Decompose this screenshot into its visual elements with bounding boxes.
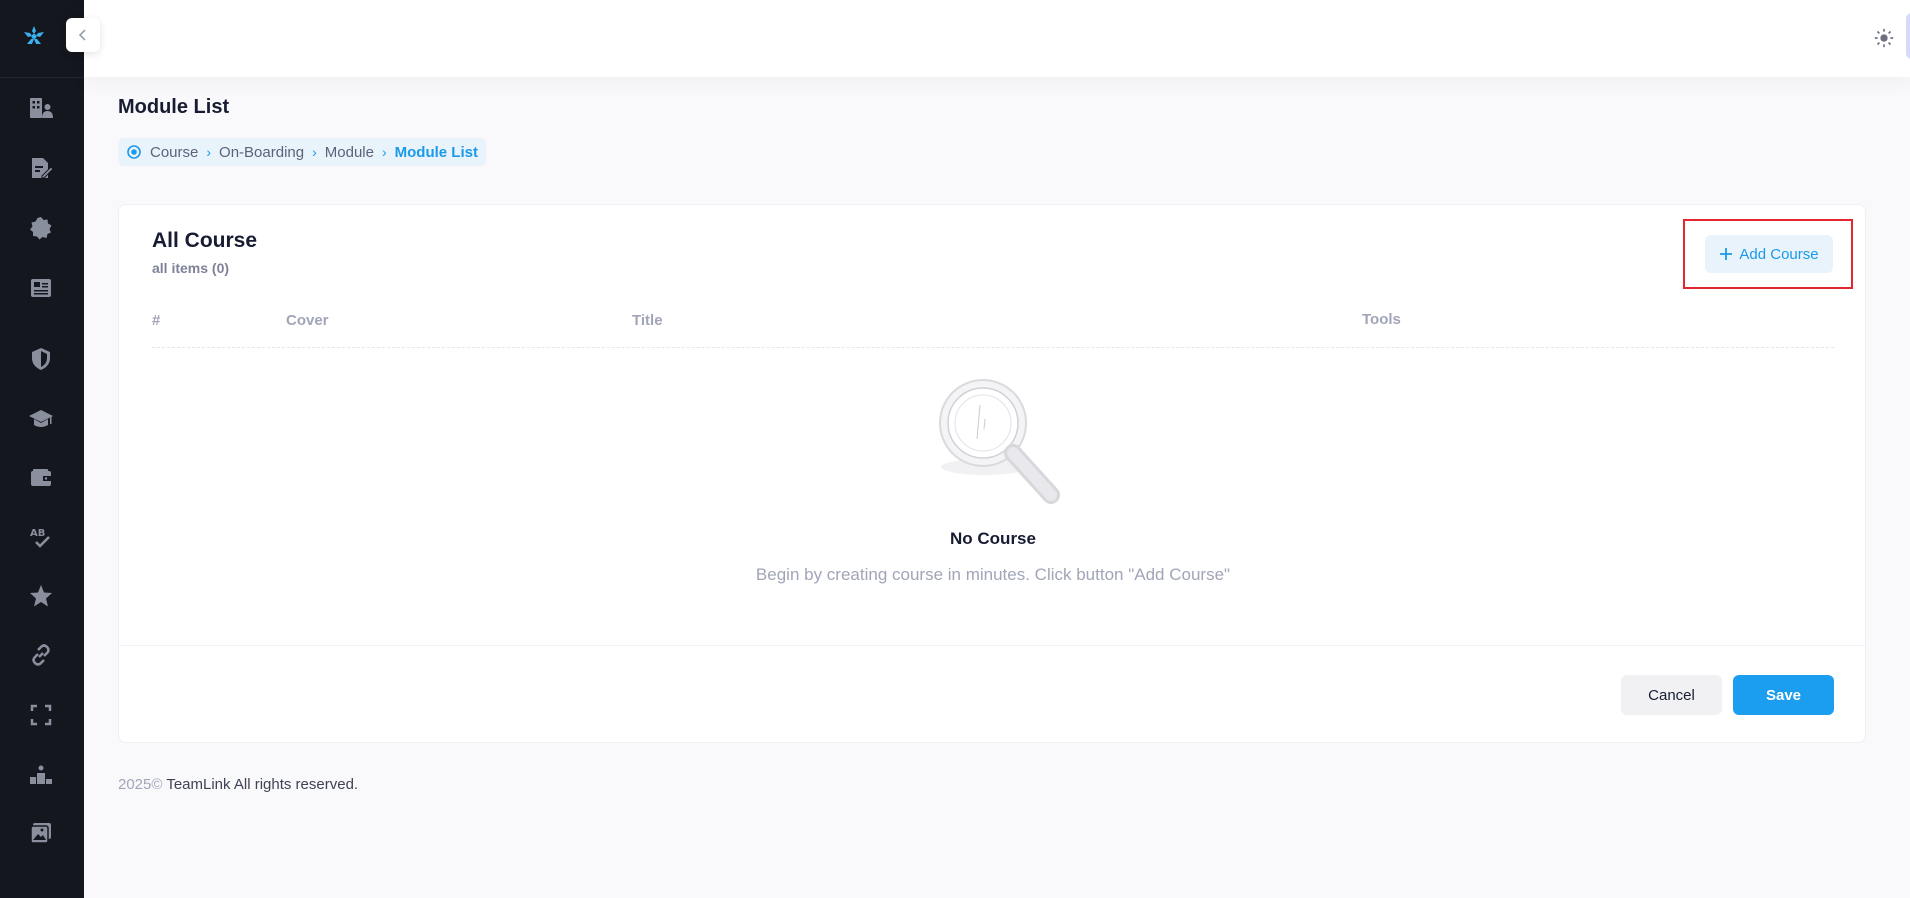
sidebar: AB [0,0,84,898]
wallet-icon [31,469,51,486]
save-button[interactable]: Save [1733,675,1834,715]
svg-text:AB: AB [30,528,45,539]
footer-brand[interactable]: TeamLink All rights reserved. [166,776,358,793]
footer: 2025© TeamLink All rights reserved. [118,776,358,793]
breadcrumb-item-course[interactable]: Course [150,144,198,161]
logo-icon[interactable] [20,22,48,50]
footer-year: 2025© [118,776,163,793]
add-course-button[interactable]: Add Course [1705,235,1833,273]
sidebar-item-badges[interactable] [27,214,55,242]
breadcrumb-item-module[interactable]: Module [325,144,374,161]
card-title: All Course [152,229,258,252]
column-header-cover: Cover [286,312,329,329]
empty-state-title: No Course [950,529,1036,548]
breadcrumb-item-onboarding[interactable]: On-Boarding [219,144,304,161]
document-edit-icon [32,158,54,179]
sidebar-item-courses[interactable] [27,405,55,433]
magnifier-empty-icon [939,379,1060,504]
star-icon [30,585,52,607]
graduation-cap-icon [29,410,53,427]
cancel-button[interactable]: Cancel [1621,675,1722,715]
sidebar-item-documents[interactable] [27,154,55,182]
newspaper-icon [31,279,51,297]
chevron-right-icon: › [206,144,212,160]
sidebar-item-news[interactable] [27,274,55,302]
top-header [84,0,1910,77]
card-footer-divider [119,645,1865,646]
sidebar-item-quiz[interactable]: AB [27,523,55,551]
sidebar-item-wallet[interactable] [27,464,55,492]
sidebar-item-favorites[interactable] [27,582,55,610]
link-icon [32,644,50,666]
podium-icon [30,765,52,784]
shield-icon [32,348,50,370]
avatar[interactable] [1906,13,1910,59]
fullscreen-icon [30,704,52,726]
chevron-right-icon: › [381,144,387,160]
add-course-label: Add Course [1739,245,1819,263]
sun-icon[interactable] [1872,26,1896,50]
column-header-title: Title [632,312,663,329]
chevron-right-icon: › [312,144,317,160]
sidebar-item-leaderboard[interactable] [27,760,55,788]
target-icon [127,145,141,159]
sidebar-item-organization[interactable] [27,94,55,122]
column-header-index: # [152,312,161,329]
gallery-icon [30,823,51,844]
table-header-divider [152,347,1834,348]
building-users-icon [30,98,53,118]
breadcrumb-item-module-list: Module List [394,143,478,161]
column-header-tools: Tools [1362,311,1401,328]
badge-icon [30,217,52,240]
divider [0,77,84,78]
spellcheck-icon: AB [30,528,50,548]
sidebar-item-security[interactable] [27,345,55,373]
sidebar-item-gallery[interactable] [27,819,55,847]
empty-state-description: Begin by creating course in minutes. Cli… [755,565,1231,584]
page-title: Module List [118,96,230,118]
breadcrumb: Course › On-Boarding › Module › Module L… [118,138,486,166]
item-count: all items (0) [152,260,230,276]
double-chevron-left-icon [78,29,86,41]
sidebar-item-links[interactable] [27,641,55,669]
sidebar-item-fullscreen[interactable] [27,701,55,729]
course-card: All Course all items (0) Add Course # Co… [118,204,1866,743]
plus-icon [1720,248,1733,260]
sidebar-collapse-button[interactable] [66,18,100,52]
